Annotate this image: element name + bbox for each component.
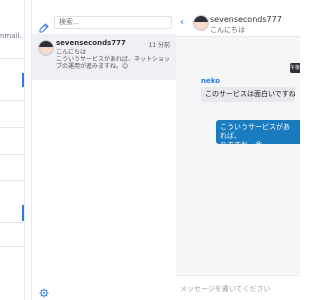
conversation-name: sevenseconds777 [56, 39, 126, 47]
sidebar-divider [0, 222, 24, 223]
message-thread: 午後 neko このサービスは面白いですね🥰 こういうサービスがあれば、 ります… [176, 37, 300, 274]
conversation-list-item[interactable]: sevenseconds777 11 分前 こんにちは こういうサービスがあれば… [32, 34, 176, 80]
avatar [193, 15, 209, 31]
chevron-left-icon[interactable]: ‹ [180, 18, 184, 28]
app-window: nmail. sevenseconds777 11 分前 こんにちは こういうサ… [0, 0, 300, 300]
chat-subtitle: こんにちは [210, 26, 245, 34]
left-sidebar: nmail. [0, 0, 25, 300]
message-sender: neko [201, 77, 221, 85]
sidebar-divider [0, 154, 24, 155]
conversation-list-pane: sevenseconds777 11 分前 こんにちは こういうサービスがあれば… [31, 0, 177, 300]
outgoing-message-bubble: こういうサービスがあれば、 りますね。😍 [216, 120, 300, 144]
message-composer [176, 275, 300, 300]
sidebar-active-indicator[interactable] [22, 205, 24, 221]
avatar [38, 40, 54, 56]
sidebar-divider [0, 246, 24, 247]
time-chip: 午後 [290, 63, 300, 73]
compose-icon[interactable] [39, 18, 49, 33]
sidebar-divider [0, 100, 24, 101]
sidebar-divider [0, 180, 24, 181]
sidebar-partial-text: nmail. [0, 32, 22, 40]
conversation-time: 11 分前 [148, 42, 170, 49]
search-input[interactable] [54, 16, 172, 29]
message-input[interactable] [180, 282, 296, 296]
sidebar-divider [0, 127, 24, 128]
incoming-message-bubble: このサービスは面白いですね🥰 [201, 87, 295, 102]
gear-icon[interactable] [39, 283, 49, 298]
chat-header: ‹ sevenseconds777 こんにちは [176, 0, 300, 37]
conversation-preview: こんにちは こういうサービスがあれば、ネットショップの運用が進みますね。😊 [56, 49, 171, 70]
chat-title: sevenseconds777 [210, 15, 282, 24]
chat-pane: ‹ sevenseconds777 こんにちは 午後 neko このサービスは面… [176, 0, 300, 300]
sidebar-active-indicator[interactable] [22, 73, 24, 87]
sidebar-divider [0, 58, 24, 59]
